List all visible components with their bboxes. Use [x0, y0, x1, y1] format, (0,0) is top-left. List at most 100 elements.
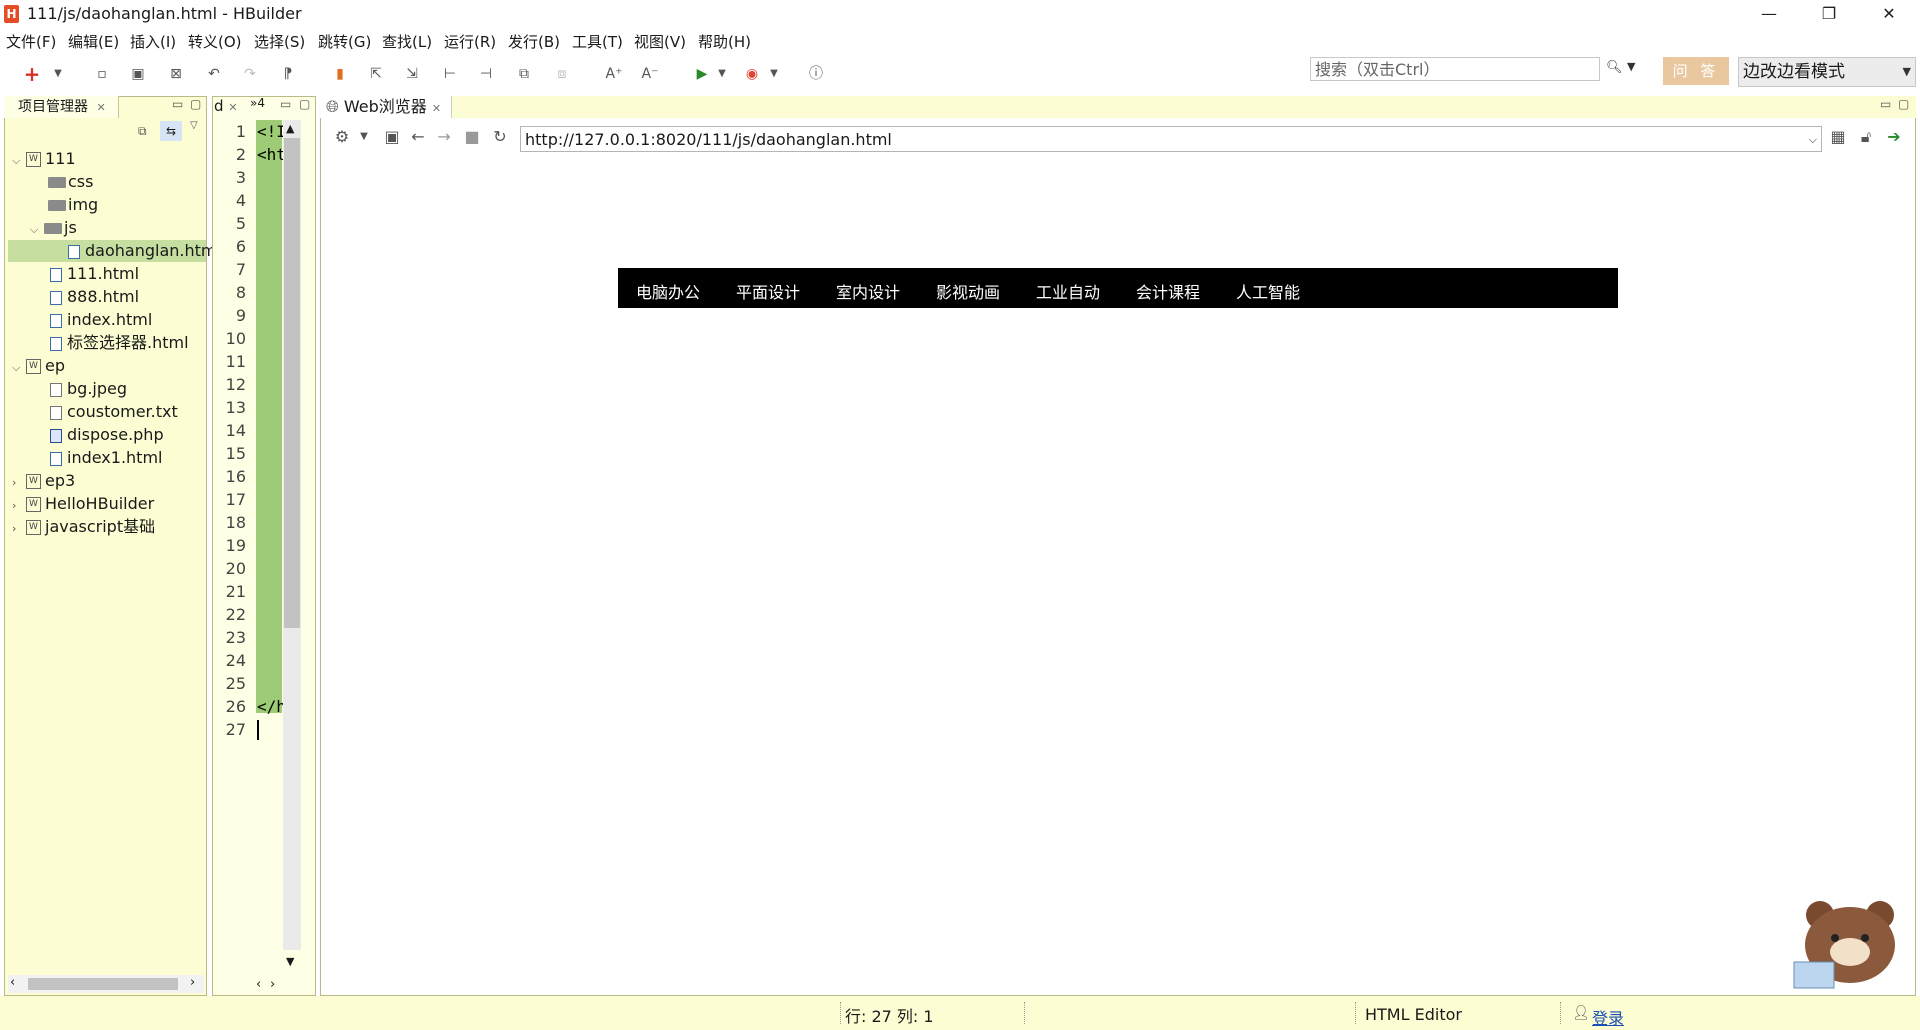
- view-menu-icon[interactable]: ▽: [190, 120, 198, 131]
- tree-item-111-html[interactable]: 111.html: [50, 262, 139, 285]
- menu-select[interactable]: 选择(S): [254, 31, 305, 52]
- tab-web-browser[interactable]: 🌐︎ Web浏览器 ✕: [320, 96, 452, 118]
- align-right-icon[interactable]: ⊣: [476, 64, 496, 84]
- lock-icon[interactable]: 🔓︎: [1856, 127, 1876, 147]
- scroll-left-icon[interactable]: ‹: [256, 977, 261, 992]
- save-icon[interactable]: ▫: [92, 64, 112, 84]
- code-area[interactable]: [256, 120, 282, 713]
- editor-tab[interactable]: d ✕: [214, 97, 238, 115]
- close-icon[interactable]: ✕: [96, 101, 105, 114]
- tree-item-coustomer-txt[interactable]: coustomer.txt: [50, 400, 178, 423]
- maximize-panel-icon[interactable]: ▢: [299, 97, 310, 111]
- maximize-panel-icon[interactable]: ▢: [190, 97, 201, 111]
- code-line[interactable]: </h: [257, 697, 286, 716]
- menu-run[interactable]: 运行(R): [444, 31, 496, 52]
- align-left-icon[interactable]: ⊢: [440, 64, 460, 84]
- tree-item-index1-html[interactable]: index1.html: [50, 446, 162, 469]
- tree-item-888-html[interactable]: 888.html: [50, 285, 139, 308]
- tree-item-img[interactable]: img: [48, 193, 98, 216]
- url-input[interactable]: http://127.0.0.1:8020/111/js/daohanglan.…: [520, 126, 1822, 152]
- code-line[interactable]: <ht: [257, 145, 286, 164]
- menu-tools[interactable]: 工具(T): [572, 31, 623, 52]
- disabled-icon[interactable]: ⧈: [552, 64, 572, 84]
- tree-item-bg-jpeg[interactable]: bg.jpeg: [50, 377, 127, 400]
- minimize-panel-icon[interactable]: ▭: [280, 97, 291, 111]
- format-icon[interactable]: ⁋: [278, 64, 298, 84]
- restore-button[interactable]: ❐: [1806, 0, 1852, 28]
- menu-find[interactable]: 查找(L): [382, 31, 432, 52]
- search-dropdown-icon[interactable]: ▼: [1627, 60, 1635, 73]
- menu-insert[interactable]: 插入(I): [130, 31, 176, 52]
- tree-item-ep3[interactable]: › Wep3: [12, 469, 75, 492]
- nav-item[interactable]: 人工智能: [1236, 279, 1300, 303]
- scroll-right-icon[interactable]: ›: [190, 975, 195, 990]
- tab-overflow[interactable]: »4: [250, 96, 265, 110]
- tree-item-selector-html[interactable]: 标签选择器.html: [50, 331, 189, 354]
- minimize-button[interactable]: —: [1746, 0, 1792, 28]
- run-icon[interactable]: ▶: [692, 64, 712, 84]
- menu-publish[interactable]: 发行(B): [508, 31, 560, 52]
- menu-file[interactable]: 文件(F): [6, 31, 56, 52]
- run-dropdown-icon[interactable]: ▼: [712, 64, 732, 84]
- menu-goto[interactable]: 跳转(G): [318, 31, 371, 52]
- ask-button[interactable]: 问 答: [1663, 57, 1729, 85]
- chevron-down-icon[interactable]: ⌵: [12, 149, 26, 172]
- minimize-panel-icon[interactable]: ▭: [1880, 97, 1891, 111]
- maximize-panel-icon[interactable]: ▢: [1898, 97, 1909, 111]
- jump-end-icon[interactable]: ⇲: [402, 64, 422, 84]
- tree-item-index-html[interactable]: index.html: [50, 308, 152, 331]
- chevron-right-icon[interactable]: ›: [12, 517, 26, 540]
- tree-item-daohanglan[interactable]: daohanglan.htm: [68, 239, 216, 262]
- browser-icon[interactable]: ◉: [742, 64, 762, 84]
- forward-arrow-icon[interactable]: →: [434, 127, 454, 146]
- scroll-down-icon[interactable]: ▼: [286, 955, 294, 968]
- tree-item-111[interactable]: ⌵ W 111: [12, 147, 76, 170]
- search-input[interactable]: 搜索（双击Ctrl）: [1310, 57, 1600, 81]
- scroll-thumb[interactable]: [284, 138, 300, 628]
- menu-escape[interactable]: 转义(O): [188, 31, 242, 52]
- nav-item[interactable]: 会计课程: [1136, 279, 1200, 303]
- close-file-icon[interactable]: ⊠: [166, 64, 186, 84]
- settings-gear-icon[interactable]: ⚙: [332, 127, 352, 146]
- back-arrow-icon[interactable]: ←: [408, 127, 428, 146]
- minimize-panel-icon[interactable]: ▭: [172, 97, 183, 111]
- font-decrease-icon[interactable]: A⁻: [640, 64, 660, 84]
- tree-item-js[interactable]: ⌵ js: [30, 216, 77, 239]
- nav-item[interactable]: 平面设计: [736, 279, 800, 303]
- view-mode-select[interactable]: 边改边看模式 ▼: [1738, 57, 1916, 87]
- close-icon[interactable]: ✕: [228, 101, 237, 114]
- menu-view[interactable]: 视图(V): [634, 31, 686, 52]
- menu-edit[interactable]: 编辑(E): [68, 31, 119, 52]
- chevron-right-icon[interactable]: ›: [12, 471, 26, 494]
- login-link[interactable]: 登录: [1592, 1005, 1624, 1029]
- go-arrow-icon[interactable]: ➔: [1884, 127, 1904, 146]
- new-dropdown-icon[interactable]: ▼: [48, 64, 68, 84]
- tree-item-ep[interactable]: ⌵ Wep: [12, 354, 65, 377]
- nav-item[interactable]: 室内设计: [836, 279, 900, 303]
- scroll-up-icon[interactable]: ▲: [286, 122, 294, 135]
- font-increase-icon[interactable]: A⁺: [604, 64, 624, 84]
- close-button[interactable]: ✕: [1866, 0, 1912, 28]
- new-icon[interactable]: +: [22, 64, 42, 84]
- close-icon[interactable]: ✕: [432, 102, 441, 115]
- chevron-down-icon[interactable]: ⌵: [1809, 127, 1817, 153]
- nav-item[interactable]: 工业自动: [1036, 279, 1100, 303]
- link-editor-icon[interactable]: ⇆: [160, 121, 182, 141]
- save-all-icon[interactable]: ▣: [128, 64, 148, 84]
- console-icon[interactable]: ▣: [382, 127, 402, 146]
- chevron-right-icon[interactable]: ›: [12, 494, 26, 517]
- tab-project-manager[interactable]: 项目管理器 ✕: [4, 96, 119, 118]
- tree-item-hellohbuilder[interactable]: › W HelloHBuilder: [12, 492, 154, 515]
- chevron-down-icon[interactable]: ⌵: [30, 218, 44, 241]
- nav-item[interactable]: 电脑办公: [636, 279, 700, 303]
- chevron-down-icon[interactable]: ⌵: [12, 356, 26, 379]
- scroll-right-icon[interactable]: ›: [270, 977, 275, 992]
- tree-item-css[interactable]: css: [48, 170, 93, 193]
- project-horizontal-scrollbar[interactable]: ‹ ›: [8, 975, 204, 993]
- scroll-left-icon[interactable]: ‹: [10, 975, 15, 990]
- collapse-all-icon[interactable]: ⧉: [138, 124, 147, 139]
- compare-icon[interactable]: ⧉: [514, 64, 534, 84]
- tree-item-dispose-php[interactable]: dispose.php: [50, 423, 164, 446]
- code-line[interactable]: <!I: [257, 122, 286, 141]
- settings-dropdown-icon[interactable]: ▼: [354, 131, 374, 142]
